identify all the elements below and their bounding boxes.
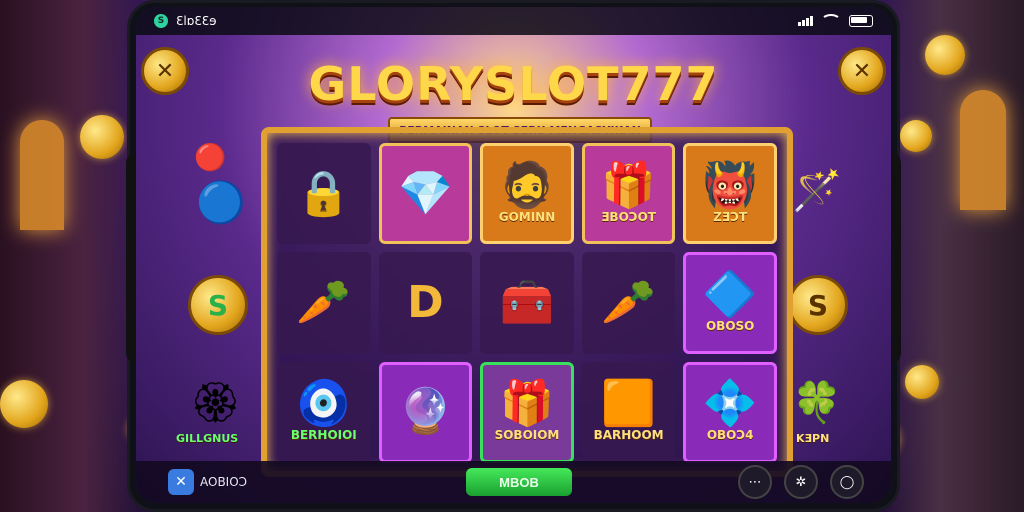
slot-tile[interactable]: 👹 ZƎƆT bbox=[683, 143, 777, 245]
slot-tile[interactable]: 🟧 BARHOOM bbox=[581, 361, 676, 463]
bottom-toolbar: ✕ AOBIOƆ MBOB ⋯ ✲ ◯ bbox=[136, 461, 891, 503]
slot-tile[interactable]: 🥕 bbox=[277, 252, 371, 354]
slot-tile[interactable]: 🔷 OBOSO bbox=[683, 252, 777, 354]
slot-reel-board: 🔒 💎 🧔 GOMINN 🎁 ƎBOƆOT 👹 ZƎƆT 🥕 D 🧰 🥕 🔷 OBOSO… bbox=[261, 127, 793, 477]
background-left-scene bbox=[0, 0, 140, 512]
blue-crystal-icon: 🔷 bbox=[702, 268, 758, 320]
left-symbol-label: GILLGNUS bbox=[176, 432, 239, 445]
background-coin bbox=[900, 120, 932, 152]
slot-tile[interactable]: 🧰 bbox=[480, 252, 574, 354]
tile-label: BARHOOM bbox=[593, 428, 664, 443]
red-carrot-icon: 🥕 bbox=[296, 276, 352, 328]
blue-gem-icon: 💎 bbox=[397, 167, 453, 219]
blue-oval-gem-icon: 🔵 bbox=[196, 180, 246, 226]
slot-tile[interactable]: 💎 bbox=[378, 143, 473, 245]
slot-tile[interactable]: 🔮 bbox=[378, 361, 473, 463]
purple-gem-icon: 🔮 bbox=[397, 386, 453, 438]
gold-chest-icon: 🧰 bbox=[499, 276, 555, 328]
spin-button[interactable]: MBOB bbox=[466, 468, 572, 496]
treasure-chest-icon: 🎁 bbox=[499, 378, 555, 430]
right-symbol-label: KƎPN bbox=[796, 432, 830, 445]
blue-amulet-icon: 🧿 bbox=[296, 378, 352, 430]
slot-tile[interactable]: 🎁 ƎBOƆOT bbox=[581, 143, 676, 245]
gold-lock-icon: 🔒 bbox=[296, 167, 352, 219]
status-bar: S ƐlɒƐƐɘ bbox=[136, 7, 891, 35]
slot-tile[interactable]: 💠 OBOƆ4 bbox=[683, 361, 777, 463]
slot-tile[interactable]: 🧔 GOMINN bbox=[480, 143, 574, 245]
viking-warrior-icon: 👹 bbox=[702, 159, 758, 211]
red-gem-icon: 🔴 bbox=[194, 143, 227, 173]
blue-diamond-icon: 💠 bbox=[702, 378, 758, 430]
purple-gem-box-icon: 🎁 bbox=[601, 159, 656, 211]
slot-tile[interactable]: D bbox=[378, 252, 473, 354]
slot-grid: 🔒 💎 🧔 GOMINN 🎁 ƎBOƆOT 👹 ZƎƆT 🥕 D 🧰 🥕 🔷 OBOSO… bbox=[277, 143, 777, 463]
red-jewel-icon: 🏵 bbox=[190, 380, 241, 426]
background-right-scene bbox=[884, 0, 1024, 512]
gold-carrot-icon: 🥕 bbox=[601, 276, 656, 328]
bearded-man-icon: 🧔 bbox=[499, 159, 555, 211]
settings-button[interactable]: ✲ bbox=[784, 465, 818, 499]
background-window-right bbox=[960, 90, 1006, 210]
slot-tile[interactable]: 🥕 bbox=[581, 252, 676, 354]
clover-coin-icon: 🍀 bbox=[792, 380, 842, 426]
phone-frame: S ƐlɒƐƐɘ ✕ ✕ GLORYSLOT777 PERMAINAN SLOT… bbox=[126, 0, 901, 512]
slot-tile[interactable]: 🔒 bbox=[277, 143, 371, 245]
slot-tile[interactable]: 🧿 BERHOIOI bbox=[277, 361, 371, 463]
magic-wand-icon: 🪄 bbox=[792, 168, 842, 214]
background-coin bbox=[80, 115, 124, 159]
background-window-left bbox=[20, 120, 64, 230]
tile-label: OBOSO bbox=[705, 318, 755, 333]
background-coin bbox=[905, 365, 939, 399]
tile-label: BERHOIOI bbox=[290, 428, 357, 443]
dollar-coin-icon: S bbox=[188, 275, 248, 335]
home-button[interactable]: ◯ bbox=[830, 465, 864, 499]
background-coin bbox=[925, 35, 965, 75]
wifi-icon bbox=[821, 14, 841, 28]
game-screen: S ƐlɒƐƐɘ ✕ ✕ GLORYSLOT777 PERMAINAN SLOT… bbox=[136, 7, 891, 503]
gold-letter-d-icon: D bbox=[407, 276, 444, 328]
battery-icon bbox=[849, 15, 873, 27]
tile-label: ƎBOƆOT bbox=[601, 209, 656, 224]
dollar-coin-icon: S bbox=[788, 275, 848, 335]
status-app-name: ƐlɒƐƐɘ bbox=[176, 14, 217, 28]
more-options-button[interactable]: ⋯ bbox=[738, 465, 772, 499]
bottom-app-label: AOBIOƆ bbox=[200, 475, 248, 489]
app-switch-icon[interactable]: ✕ bbox=[168, 469, 194, 495]
gold-bars-icon: 🟧 bbox=[601, 378, 656, 430]
background-coin bbox=[0, 380, 48, 428]
slot-tile[interactable]: 🎁 SOBOIOM bbox=[480, 361, 574, 463]
app-logo-icon: S bbox=[154, 14, 168, 28]
tile-label: SOBOIOM bbox=[494, 428, 560, 443]
game-title: GLORYSLOT777 bbox=[308, 57, 719, 111]
tile-label: ZƎƆT bbox=[713, 209, 748, 224]
tile-label: OBOƆ4 bbox=[706, 428, 754, 443]
signal-icon bbox=[798, 16, 813, 26]
tile-label: GOMINN bbox=[498, 209, 556, 224]
